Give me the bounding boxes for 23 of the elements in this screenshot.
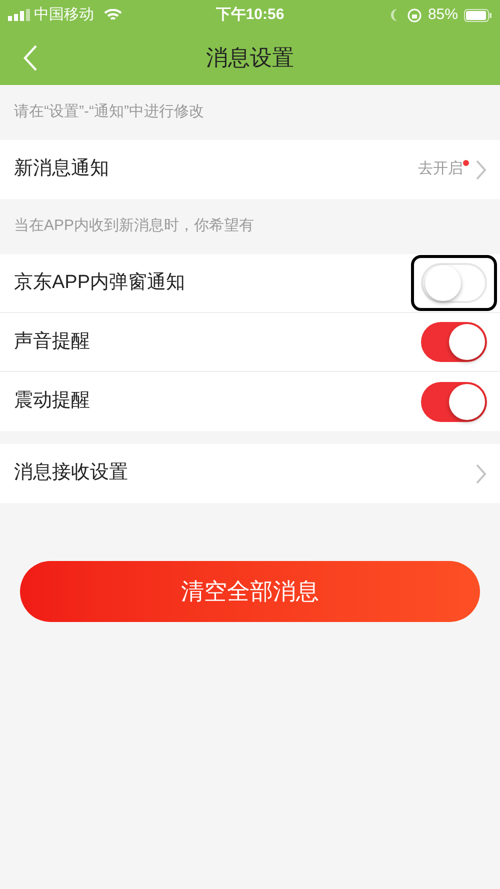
wifi-icon [104,8,122,22]
clock-time: 下午10:56 [216,4,284,25]
battery-icon [464,8,492,22]
chevron-right-icon [475,462,487,484]
clear-all-button[interactable]: 清空全部消息 [20,561,480,622]
row-label: 京东APP内弹窗通知 [14,270,186,295]
row-label: 震动提醒 [14,389,91,414]
carrier-name: 中国移动 [34,4,94,25]
row-label: 消息接收设置 [14,461,129,486]
toggle-switch[interactable] [421,382,487,422]
toggle-switch[interactable] [421,263,487,303]
page-title: 消息设置 [205,44,295,72]
toggle-switch[interactable] [421,322,487,362]
section-note: 请在“设置”-“通知”中进行修改 [13,102,205,122]
signal-icon [8,9,30,21]
row-value: 去开启 [418,159,463,180]
back-icon [22,44,38,70]
battery-percent: 85% [428,4,458,25]
rotation-lock-icon [406,8,422,22]
section-note: 当在APP内收到新消息时，你希望有 [13,216,256,236]
row-label: 声音提醒 [14,330,91,354]
chevron-right-icon [475,158,487,180]
row-label: 新消息通知 [14,157,110,182]
